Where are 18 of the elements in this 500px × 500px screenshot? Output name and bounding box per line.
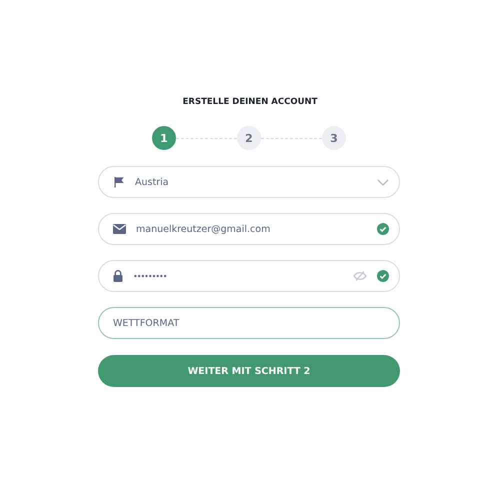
field-value: Austria [135,176,169,188]
form-title: ERSTELLE DEINEN ACCOUNT [182,97,318,107]
placeholder-text: WETTFORMAT [113,318,180,328]
step-indicator: 2 [237,126,261,150]
step-indicator: 1 [152,126,176,150]
step-indicator: 3 [322,126,346,150]
input-field[interactable]: manuelkreutzer@gmail.com [98,213,400,245]
field-value: manuelkreutzer@gmail.com [136,224,270,234]
flag-icon [113,176,125,188]
eye-slash-icon[interactable] [353,271,367,281]
chevron-down-icon [377,178,389,186]
input-field[interactable]: ••••••••• [98,260,400,292]
envelope-icon [113,224,126,234]
lock-icon [113,270,123,282]
input-field[interactable]: WETTFORMAT [98,307,400,339]
field-value: ••••••••• [133,272,166,280]
country-select[interactable]: Austria [98,166,400,198]
continue-button[interactable]: WEITER MIT SCHRITT 2 [98,355,400,387]
